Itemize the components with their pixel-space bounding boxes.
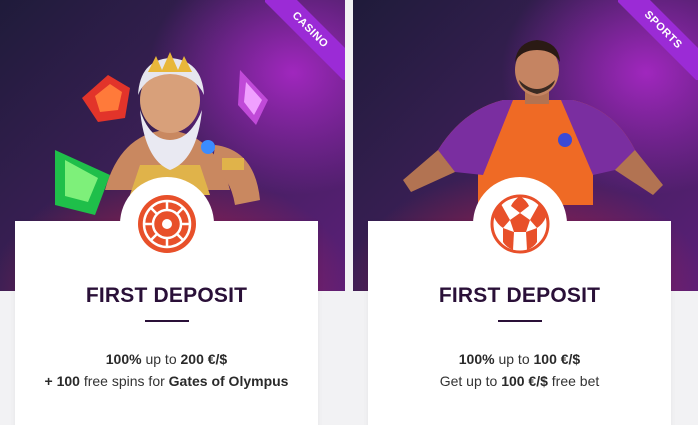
- casino-percent: 100%: [105, 351, 142, 367]
- sports-promo-card[interactable]: SPORTS FIRST DEPOSIT 100% up to 100 €/$ …: [353, 0, 698, 425]
- sports-freebet-amount: 100 €/$: [501, 373, 548, 389]
- sports-offer-card[interactable]: FIRST DEPOSIT 100% up to 100 €/$ Get up …: [368, 177, 671, 425]
- sports-amount: 100 €/$: [533, 351, 581, 367]
- ribbon-label: SPORTS: [618, 0, 698, 80]
- casino-offer-line-2: + 100 free spins for Gates of Olympus: [15, 370, 318, 392]
- casino-badge: [119, 177, 214, 271]
- casino-text: up to: [141, 351, 181, 367]
- sports-offer-title: FIRST DEPOSIT: [438, 284, 601, 307]
- sports-freebet-prefix: Get up to: [439, 373, 502, 389]
- casino-spins-count: + 100: [44, 373, 80, 389]
- casino-game-name: Gates of Olympus: [168, 373, 289, 389]
- sports-offer-details: 100% up to 100 €/$ Get up to 100 €/$ fre…: [368, 348, 671, 392]
- casino-offer-card[interactable]: FIRST DEPOSIT 100% up to 200 €/$ + 100 f…: [15, 177, 318, 425]
- casino-offer-line-1: 100% up to 200 €/$: [15, 348, 318, 370]
- sports-offer-line-2: Get up to 100 €/$ free bet: [368, 370, 671, 392]
- ribbon-label: CASINO: [265, 0, 345, 80]
- sports-percent: 100%: [458, 351, 495, 367]
- sports-offer-line-1: 100% up to 100 €/$: [368, 348, 671, 370]
- casino-offer-details: 100% up to 200 €/$ + 100 free spins for …: [15, 348, 318, 392]
- casino-amount: 200 €/$: [180, 351, 228, 367]
- sports-ribbon: SPORTS: [618, 0, 698, 80]
- sports-text: up to: [494, 351, 534, 367]
- sports-freebet-suffix: free bet: [547, 373, 600, 389]
- casino-offer-title: FIRST DEPOSIT: [85, 284, 248, 307]
- casino-promo-card[interactable]: CASINO FIRST DEPOSIT 100% up to 200 €/$ …: [0, 0, 345, 425]
- roulette-icon: [137, 195, 196, 253]
- casino-spins-text: free spins for: [79, 373, 169, 389]
- casino-ribbon: CASINO: [265, 0, 345, 80]
- soccer-ball-icon: [490, 194, 549, 254]
- title-divider: [497, 320, 542, 322]
- sports-badge: [472, 177, 567, 271]
- title-divider: [144, 320, 189, 322]
